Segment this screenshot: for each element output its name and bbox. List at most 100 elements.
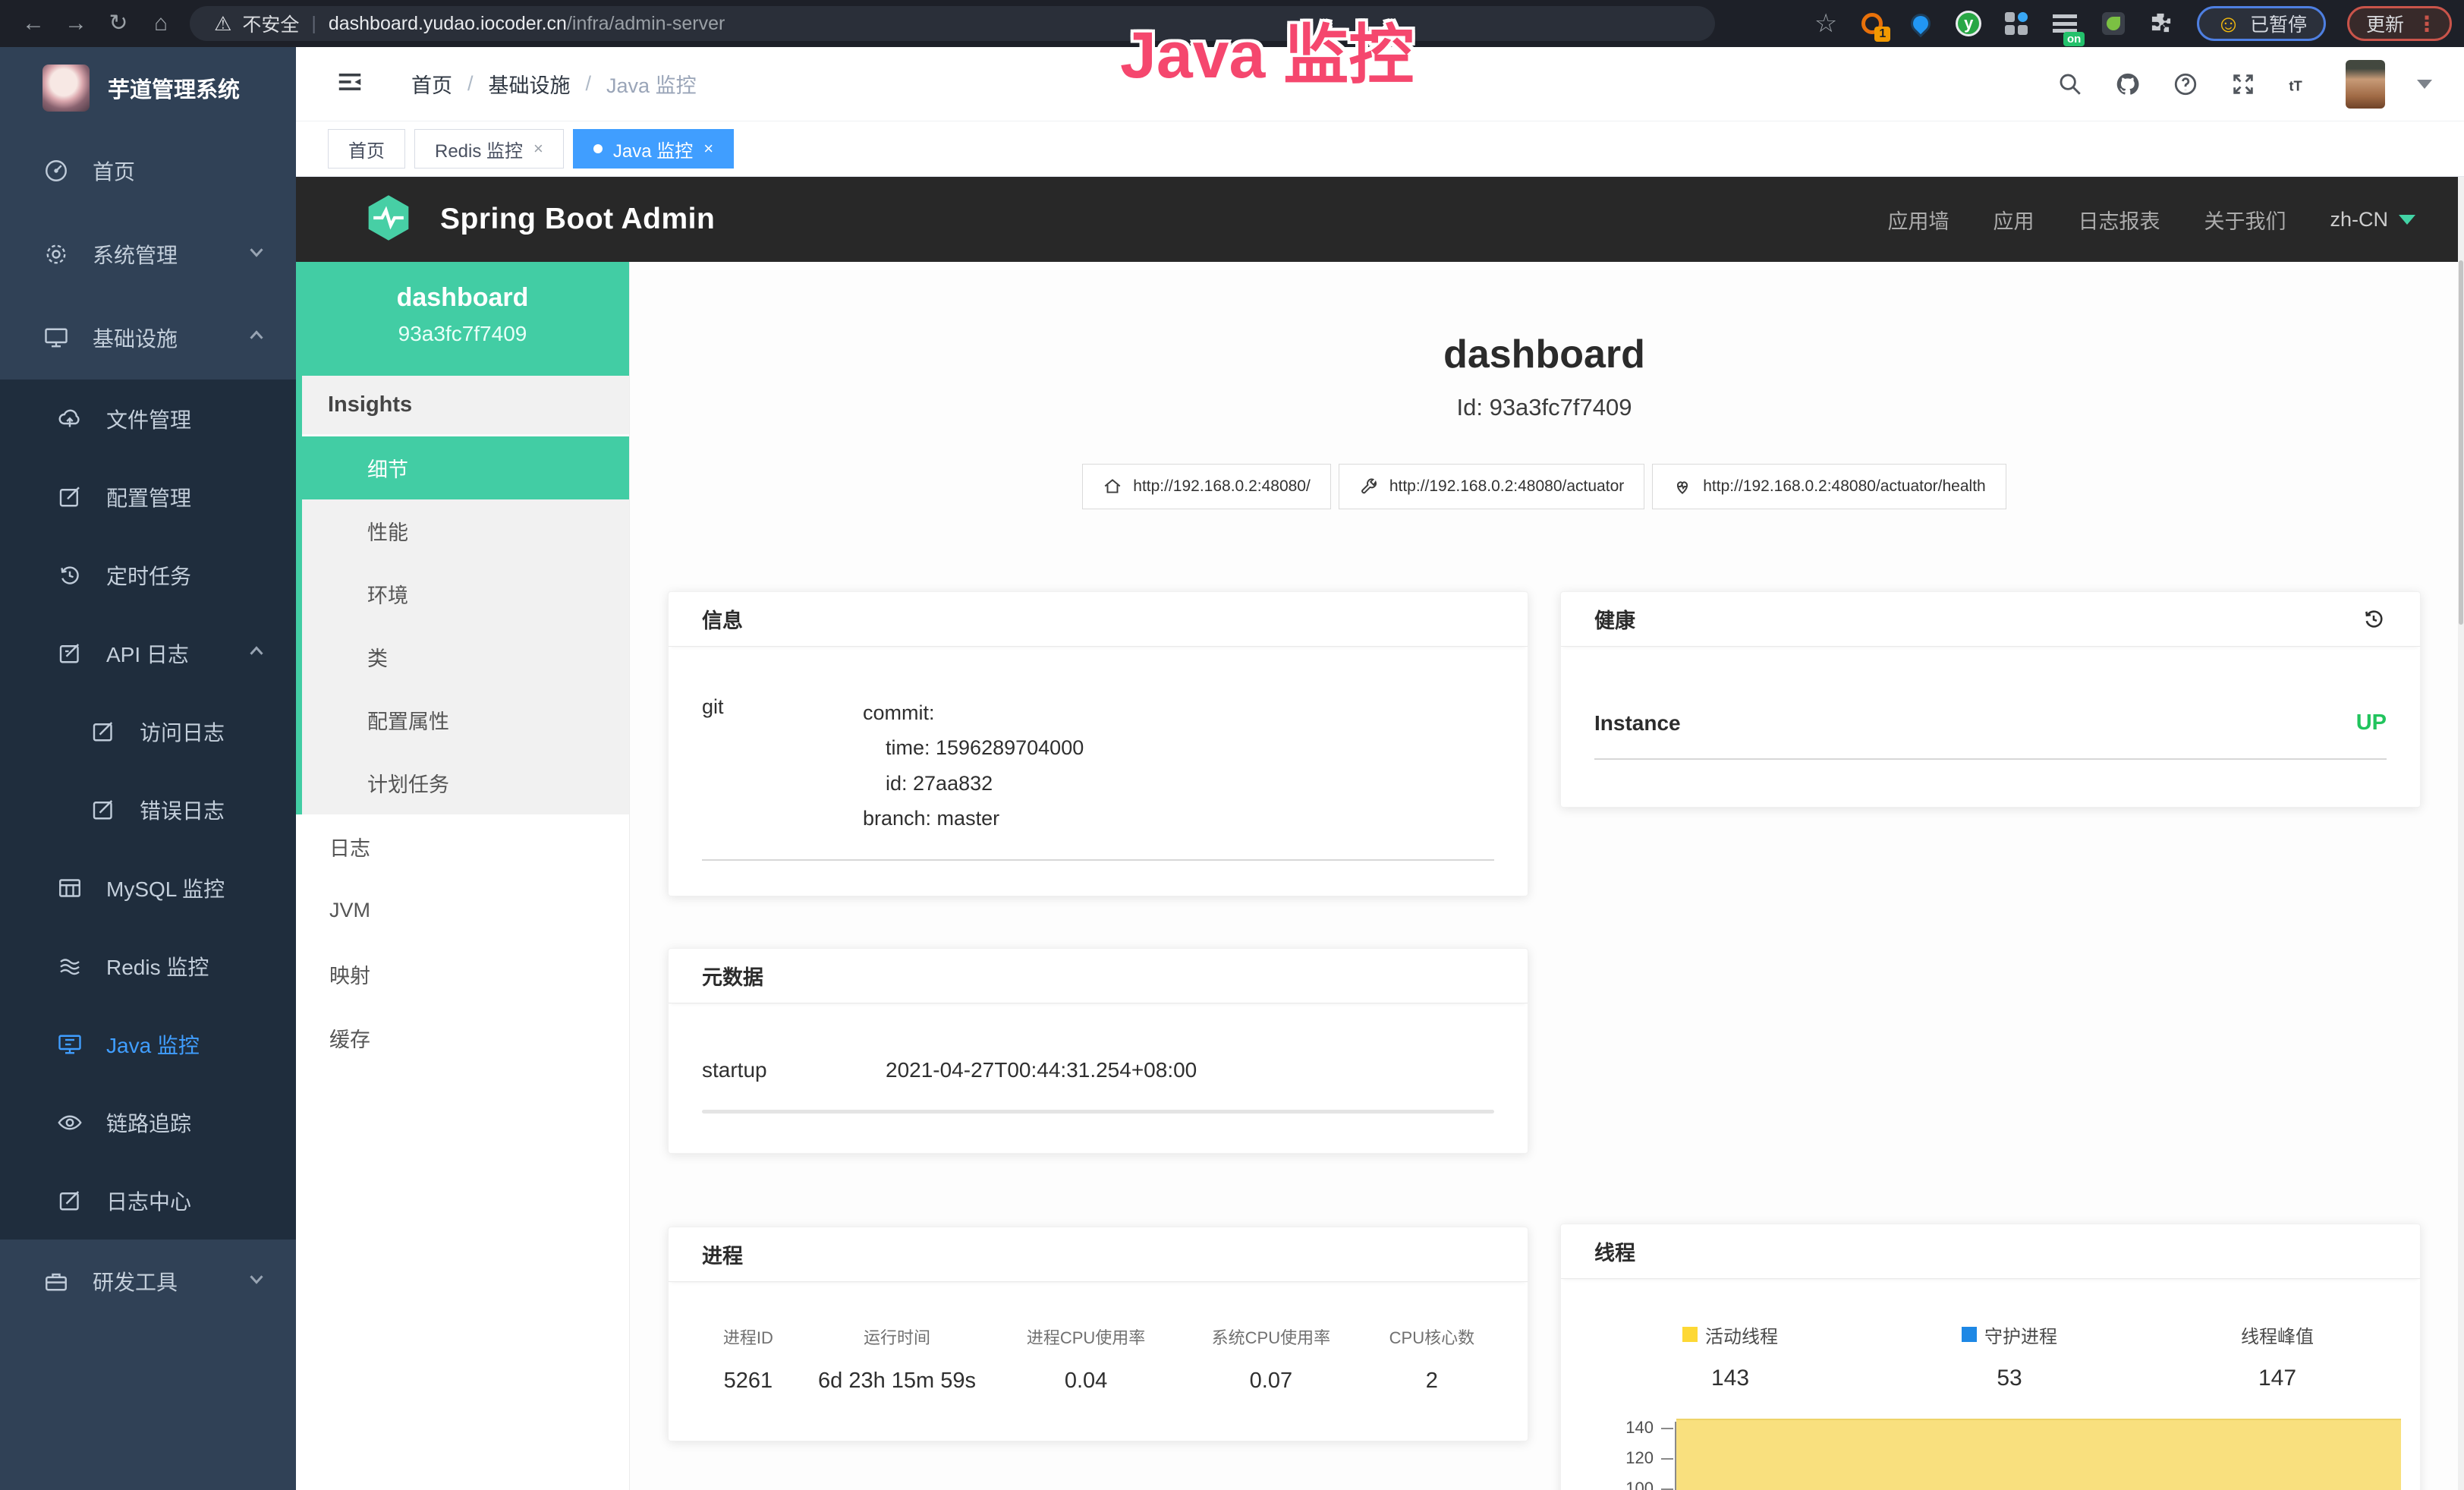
sidebar-item-redis-monitor[interactable]: Redis 监控 <box>0 927 296 1005</box>
extension-y-icon[interactable]: y <box>1956 11 1981 36</box>
tab-label: Java 监控 <box>613 136 693 162</box>
row-divider <box>1594 758 2387 760</box>
update-browser-button[interactable]: 更新 ⋮ <box>2347 6 2452 41</box>
extension-grid-icon[interactable] <box>2003 10 2030 37</box>
scrollbar[interactable] <box>2458 177 2464 1490</box>
search-icon[interactable] <box>2057 71 2083 97</box>
extension-orange-icon[interactable]: 1 <box>1858 10 1886 37</box>
info-panel-body: git commit: time: 1596289704000 id: 27aa… <box>669 647 1528 896</box>
extension-leaf-icon[interactable] <box>2100 10 2127 37</box>
sba-item-scheduled-tasks[interactable]: 计划任务 <box>302 751 629 814</box>
sidebar-item-dev-tools[interactable]: 研发工具 <box>0 1240 296 1323</box>
health-panel: 健康 Instance UP <box>1560 591 2421 808</box>
chevron-up-icon <box>247 641 266 666</box>
process-header-row: 进程ID 运行时间 进程CPU使用率 系统CPU使用率 CPU核心数 <box>696 1325 1500 1349</box>
legend-peak-threads: 线程峰值 147 <box>2241 1323 2314 1393</box>
url-path: /infra/admin-server <box>567 13 725 35</box>
pin-icon <box>1910 13 1931 34</box>
locale-select[interactable]: zh-CN <box>2330 208 2415 232</box>
breadcrumb-section[interactable]: 基础设施 <box>489 69 571 99</box>
legend-value: 143 <box>1711 1366 1749 1393</box>
tab-home[interactable]: 首页 <box>328 129 405 169</box>
sidebar-item-scheduled-jobs[interactable]: 定时任务 <box>0 536 296 614</box>
sidebar-item-access-logs[interactable]: 访问日志 <box>0 692 296 770</box>
col-system-cpu: 系统CPU使用率 <box>1179 1325 1364 1349</box>
sidebar-item-home[interactable]: 首页 <box>0 129 296 213</box>
sidebar-item-infrastructure[interactable]: 基础设施 <box>0 296 296 380</box>
extension-pin-icon[interactable] <box>1907 10 1934 37</box>
legend-value: 53 <box>1997 1366 2022 1393</box>
sidebar-item-label: MySQL 监控 <box>106 873 225 903</box>
sba-item-details[interactable]: 细节 <box>302 436 629 499</box>
fullscreen-icon[interactable] <box>2230 71 2256 97</box>
sidebar-item-label: Java 监控 <box>106 1029 200 1060</box>
paused-extension-pill[interactable]: ☺ 已暂停 <box>2197 6 2326 41</box>
sidebar-item-api-logs[interactable]: API 日志 <box>0 614 296 692</box>
service-url: http://192.168.0.2:48080/ <box>1133 477 1311 496</box>
sba-item-caches[interactable]: 缓存 <box>296 1006 629 1069</box>
insights-group-title: Insights <box>302 376 629 436</box>
close-icon[interactable]: × <box>533 139 543 159</box>
spring-boot-admin-logo <box>363 192 414 247</box>
forward-icon[interactable]: → <box>55 0 97 47</box>
actuator-url-link[interactable]: http://192.168.0.2:48080/actuator <box>1339 464 1644 509</box>
edit-square-icon <box>56 640 83 667</box>
sba-nav-about[interactable]: 关于我们 <box>2204 205 2286 235</box>
legend-live-threads: 活动线程 143 <box>1682 1323 1778 1393</box>
gear-icon <box>42 241 70 268</box>
font-size-icon[interactable]: tT <box>2288 71 2314 97</box>
sba-item-logs[interactable]: 日志 <box>296 814 629 878</box>
threads-panel-title: 线程 <box>1561 1224 2420 1279</box>
history-icon[interactable] <box>2361 606 2387 632</box>
sba-item-config-props[interactable]: 配置属性 <box>302 688 629 751</box>
sidebar-item-error-logs[interactable]: 错误日志 <box>0 770 296 849</box>
instance-header[interactable]: dashboard 93a3fc7f7409 <box>296 262 629 376</box>
edit-square-icon <box>90 796 117 824</box>
sba-brand-title: Spring Boot Admin <box>440 203 715 236</box>
sba-item-jvm[interactable]: JVM <box>296 878 629 942</box>
screen: ← → ↻ ⌂ ⚠ 不安全 | dashboard.yudao.iocoder.… <box>0 0 2464 1490</box>
sidebar-item-tracing[interactable]: 链路追踪 <box>0 1083 296 1161</box>
sba-nav-wall[interactable]: 应用墙 <box>1887 205 1949 235</box>
chevron-down-icon <box>2399 215 2415 225</box>
infrastructure-submenu: 文件管理 配置管理 定时任务 API 日志 <box>0 380 296 1240</box>
health-url-link[interactable]: http://192.168.0.2:48080/actuator/health <box>1652 464 2006 509</box>
app-logo-row[interactable]: 芋道管理系统 <box>0 47 296 129</box>
extension-onenote-icon[interactable]: on <box>2051 10 2079 37</box>
sidebar-item-config-management[interactable]: 配置管理 <box>0 458 296 536</box>
sba-nav-journal[interactable]: 日志报表 <box>2078 205 2160 235</box>
sba-item-classes[interactable]: 类 <box>302 625 629 688</box>
reload-icon[interactable]: ↻ <box>97 0 140 47</box>
yellow-swatch-icon <box>1682 1327 1698 1342</box>
breadcrumb-home[interactable]: 首页 <box>411 69 452 99</box>
sidebar-item-log-center[interactable]: 日志中心 <box>0 1161 296 1240</box>
user-avatar[interactable] <box>2346 60 2385 109</box>
sba-nav-applications[interactable]: 应用 <box>1993 205 2034 235</box>
sba-item-mappings[interactable]: 映射 <box>296 942 629 1006</box>
sba-item-metrics[interactable]: 性能 <box>302 499 629 562</box>
back-icon[interactable]: ← <box>12 0 55 47</box>
sidebar-item-java-monitor[interactable]: Java 监控 <box>0 1005 296 1083</box>
scrollbar-thumb[interactable] <box>2459 260 2463 625</box>
sidebar-item-file-management[interactable]: 文件管理 <box>0 380 296 458</box>
address-bar[interactable]: ⚠ 不安全 | dashboard.yudao.iocoder.cn/infra… <box>190 6 1715 41</box>
sidebar-item-label: 系统管理 <box>93 239 178 269</box>
home-icon[interactable]: ⌂ <box>140 0 182 47</box>
sidebar-item-system-management[interactable]: 系统管理 <box>0 213 296 296</box>
git-commit-line: commit: <box>863 695 1084 730</box>
collapse-sidebar-icon[interactable] <box>335 68 364 100</box>
sba-item-environment[interactable]: 环境 <box>302 562 629 625</box>
close-icon[interactable]: × <box>703 139 713 159</box>
extensions-puzzle-icon[interactable] <box>2148 10 2176 37</box>
eye-icon <box>56 1109 83 1136</box>
service-url-link[interactable]: http://192.168.0.2:48080/ <box>1082 464 1331 509</box>
help-icon[interactable] <box>2173 71 2198 97</box>
tab-redis-monitor[interactable]: Redis 监控 × <box>414 129 564 169</box>
tab-java-monitor[interactable]: Java 监控 × <box>573 129 734 169</box>
github-icon[interactable] <box>2115 71 2141 97</box>
avatar-caret-icon[interactable] <box>2417 80 2432 89</box>
bookmark-star-icon[interactable]: ☆ <box>1814 8 1837 39</box>
endpoint-links: http://192.168.0.2:48080/ http://192.168… <box>668 464 2421 509</box>
sidebar-item-mysql-monitor[interactable]: MySQL 监控 <box>0 849 296 927</box>
browser-menu-icon[interactable]: ⋮ <box>2416 11 2437 36</box>
